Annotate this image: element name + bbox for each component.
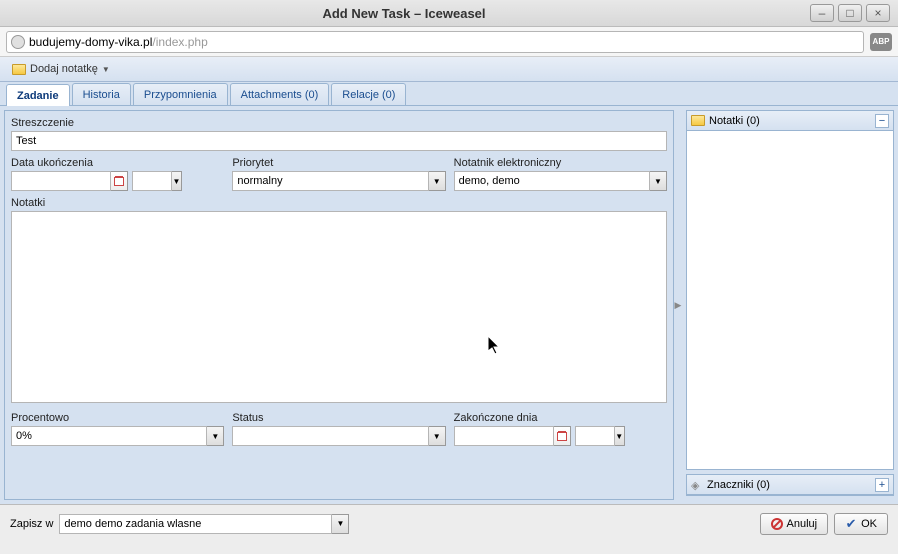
- calendar-icon: [114, 177, 124, 186]
- save-in-dropdown-button[interactable]: ▼: [332, 514, 349, 534]
- add-note-button[interactable]: Dodaj notatkę ▼: [6, 59, 116, 79]
- footer-bar: Zapisz w ▼ Anuluj ✔ OK: [0, 504, 898, 542]
- folder-icon: [691, 115, 705, 126]
- url-bar: budujemy-domy-vika.pl/index.php ABP: [0, 27, 898, 57]
- app-toolbar: Dodaj notatkę ▼: [0, 57, 898, 82]
- notes-collapse-button[interactable]: −: [875, 114, 889, 128]
- completed-time-dropdown-button[interactable]: ▼: [615, 426, 625, 446]
- summary-label: Streszczenie: [11, 117, 667, 129]
- notes-label: Notatki: [11, 197, 667, 209]
- summary-input[interactable]: [11, 131, 667, 151]
- tags-panel-header: Znaczniki (0) +: [687, 475, 893, 495]
- cancel-button[interactable]: Anuluj: [760, 513, 829, 535]
- tab-history[interactable]: Historia: [72, 83, 131, 105]
- tags-panel-title: Znaczniki (0): [707, 479, 770, 491]
- ok-label: OK: [861, 518, 877, 530]
- maximize-button[interactable]: □: [838, 4, 862, 22]
- notebook-label: Notatnik elektroniczny: [454, 157, 667, 169]
- tab-relations[interactable]: Relacje (0): [331, 83, 406, 105]
- cancel-label: Anuluj: [787, 518, 818, 530]
- notes-panel-header: Notatki (0) −: [687, 111, 893, 131]
- status-label: Status: [232, 412, 445, 424]
- completed-date-input[interactable]: [454, 426, 554, 446]
- priority-select[interactable]: [232, 171, 428, 191]
- percent-select[interactable]: [11, 426, 207, 446]
- abp-badge[interactable]: ABP: [870, 33, 892, 51]
- priority-label: Priorytet: [232, 157, 445, 169]
- due-date-label: Data ukończenia: [11, 157, 224, 169]
- notes-panel-body: [687, 131, 893, 469]
- percent-dropdown-button[interactable]: ▼: [207, 426, 224, 446]
- completed-date-picker-button[interactable]: [554, 426, 571, 446]
- checkmark-icon: ✔: [845, 518, 857, 530]
- side-panel: Notatki (0) − Znaczniki (0) +: [686, 110, 894, 500]
- globe-icon: [11, 35, 25, 49]
- tag-icon: [691, 479, 703, 491]
- notebook-select[interactable]: [454, 171, 650, 191]
- splitter-grip-icon: ▶: [675, 300, 682, 311]
- tab-reminders[interactable]: Przypomnienia: [133, 83, 228, 105]
- priority-dropdown-button[interactable]: ▼: [429, 171, 446, 191]
- close-button[interactable]: ×: [866, 4, 890, 22]
- url-input[interactable]: budujemy-domy-vika.pl/index.php: [6, 31, 864, 53]
- save-in-label: Zapisz w: [10, 518, 53, 530]
- due-time-input[interactable]: [132, 171, 172, 191]
- status-dropdown-button[interactable]: ▼: [429, 426, 446, 446]
- tags-add-button[interactable]: +: [875, 478, 889, 492]
- cancel-icon: [771, 518, 783, 530]
- ok-button[interactable]: ✔ OK: [834, 513, 888, 535]
- tab-task[interactable]: Zadanie: [6, 84, 70, 106]
- completed-label: Zakończone dnia: [454, 412, 667, 424]
- notes-textarea[interactable]: [11, 211, 667, 403]
- form-panel: Streszczenie Data ukończenia ▼ Pr: [4, 110, 674, 500]
- notebook-dropdown-button[interactable]: ▼: [650, 171, 667, 191]
- window-titlebar: Add New Task – Iceweasel – □ ×: [0, 0, 898, 27]
- due-date-input[interactable]: [11, 171, 111, 191]
- status-select[interactable]: [232, 426, 428, 446]
- minimize-button[interactable]: –: [810, 4, 834, 22]
- url-domain: budujemy-domy-vika.pl: [29, 35, 152, 49]
- due-time-dropdown-button[interactable]: ▼: [172, 171, 182, 191]
- percent-label: Procentowo: [11, 412, 224, 424]
- calendar-icon: [557, 432, 567, 441]
- due-date-picker-button[interactable]: [111, 171, 128, 191]
- url-path: /index.php: [152, 35, 207, 49]
- completed-time-input[interactable]: [575, 426, 615, 446]
- folder-icon: [12, 64, 26, 75]
- chevron-down-icon: ▼: [102, 65, 110, 74]
- add-note-label: Dodaj notatkę: [30, 63, 98, 75]
- main-area: Streszczenie Data ukończenia ▼ Pr: [0, 106, 898, 504]
- notes-panel-title: Notatki (0): [709, 115, 760, 127]
- tab-bar: Zadanie Historia Przypomnienia Attachmen…: [0, 82, 898, 106]
- window-title: Add New Task – Iceweasel: [0, 6, 808, 21]
- tab-attachments[interactable]: Attachments (0): [230, 83, 330, 105]
- panel-splitter[interactable]: ▶: [674, 110, 682, 500]
- save-in-select[interactable]: [59, 514, 332, 534]
